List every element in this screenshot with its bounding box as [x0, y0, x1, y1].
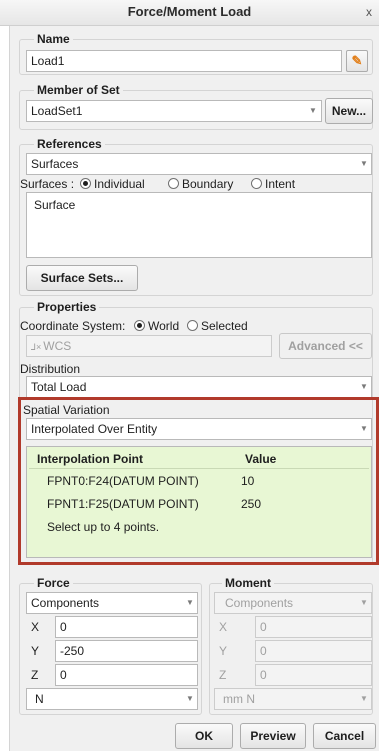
radio-intent[interactable]: Intent: [251, 177, 295, 191]
moment-z-input: 0: [255, 664, 372, 686]
wcs-value: WCS: [43, 339, 72, 353]
surface-sets-button[interactable]: Surface Sets...: [26, 265, 138, 291]
load-set-value: LoadSet1: [31, 104, 83, 118]
table-row-point[interactable]: FPNT0:F24(DATUM POINT): [47, 474, 199, 488]
advanced-button[interactable]: Advanced <<: [279, 333, 372, 359]
radio-selected-icon: [80, 178, 91, 189]
ok-button[interactable]: OK: [175, 723, 233, 749]
radio-unselected-icon: [168, 178, 179, 189]
moment-y-label: Y: [219, 644, 228, 658]
load-set-dropdown[interactable]: LoadSet1: [26, 100, 322, 122]
force-y-label: Y: [31, 644, 40, 658]
force-units-dropdown[interactable]: N: [26, 688, 198, 710]
chevron-down-icon[interactable]: ▼: [357, 419, 371, 439]
chevron-down-icon[interactable]: ▼: [183, 689, 197, 709]
surfaces-list-item[interactable]: Surface: [34, 198, 75, 212]
name-legend: Name: [34, 32, 73, 46]
chevron-down-icon[interactable]: ▼: [357, 377, 371, 397]
spatial-variation-dropdown[interactable]: Interpolated Over Entity: [26, 418, 372, 440]
distribution-value: Total Load: [31, 380, 87, 394]
table-row-point[interactable]: FPNT1:F25(DATUM POINT): [47, 497, 199, 511]
coordinate-axes-icon: ⅃×: [31, 342, 42, 352]
distribution-dropdown[interactable]: Total Load: [26, 376, 372, 398]
surfaces-list[interactable]: Surface: [26, 192, 372, 258]
preview-button[interactable]: Preview: [240, 723, 306, 749]
cancel-button[interactable]: Cancel: [313, 723, 376, 749]
interpolation-table[interactable]: Interpolation Point Value FPNT0:F24(DATU…: [26, 446, 372, 558]
moment-y-input: 0: [255, 640, 372, 662]
member-of-set-legend: Member of Set: [34, 83, 123, 97]
radio-individual-label: Individual: [94, 177, 145, 191]
radio-selected-icon: [134, 320, 145, 331]
reference-type-value: Surfaces: [31, 157, 79, 171]
close-icon[interactable]: x: [363, 0, 375, 24]
table-header-divider: [29, 468, 369, 469]
moment-x-label: X: [219, 620, 228, 634]
radio-boundary[interactable]: Boundary: [168, 177, 233, 191]
moment-units-value: mm N: [223, 692, 255, 706]
pencil-icon: ✎: [351, 53, 363, 68]
references-legend: References: [34, 137, 105, 151]
radio-world[interactable]: World: [134, 319, 179, 333]
table-hint: Select up to 4 points.: [47, 520, 160, 534]
radio-intent-label: Intent: [265, 177, 296, 191]
reference-type-dropdown[interactable]: Surfaces: [26, 153, 372, 175]
chevron-down-icon[interactable]: ▼: [357, 154, 371, 174]
window-titlebar: Force/Moment Load: [0, 0, 379, 26]
force-z-label: Z: [31, 668, 39, 682]
moment-units-dropdown: mm N: [214, 688, 372, 710]
distribution-label: Distribution: [20, 362, 81, 376]
force-y-input[interactable]: -250: [55, 640, 198, 662]
chevron-down-icon: ▼: [360, 694, 368, 703]
force-legend: Force: [34, 576, 73, 590]
force-z-input[interactable]: 0: [55, 664, 198, 686]
force-mode-dropdown[interactable]: Components: [26, 592, 198, 614]
chevron-down-icon[interactable]: ▼: [183, 593, 197, 613]
surfaces-label: Surfaces :: [20, 177, 75, 191]
table-row-value[interactable]: 10: [241, 474, 254, 488]
chevron-down-icon: ▼: [360, 598, 368, 607]
properties-legend: Properties: [34, 300, 100, 314]
window-title: Force/Moment Load: [127, 4, 252, 19]
moment-x-input: 0: [255, 616, 372, 638]
radio-world-label: World: [148, 319, 180, 333]
radio-selected-coord[interactable]: Selected: [187, 319, 248, 333]
moment-mode-value: Components: [225, 596, 294, 610]
radio-unselected-icon: [251, 178, 262, 189]
radio-boundary-label: Boundary: [182, 177, 234, 191]
chevron-down-icon[interactable]: ▼: [306, 101, 320, 121]
rename-button[interactable]: ✎: [346, 50, 368, 72]
force-x-label: X: [31, 620, 40, 634]
column-header-value: Value: [245, 452, 277, 466]
spatial-variation-value: Interpolated Over Entity: [31, 422, 158, 436]
coordinate-system-label: Coordinate System:: [20, 319, 126, 333]
name-field[interactable]: Load1: [26, 50, 342, 72]
radio-unselected-icon: [187, 320, 198, 331]
force-x-input[interactable]: 0: [55, 616, 198, 638]
radio-selected-coord-label: Selected: [201, 319, 248, 333]
spatial-variation-label: Spatial Variation: [23, 403, 110, 417]
new-load-set-button[interactable]: New...: [325, 98, 373, 124]
moment-z-label: Z: [219, 668, 227, 682]
moment-mode-dropdown: Components: [214, 592, 372, 614]
table-row-value[interactable]: 250: [241, 497, 261, 511]
moment-legend: Moment: [222, 576, 274, 590]
coordinate-system-field: ⅃× WCS: [26, 335, 272, 357]
force-units-value: N: [35, 692, 44, 706]
force-mode-value: Components: [31, 596, 100, 610]
column-header-interpolation-point: Interpolation Point: [37, 452, 143, 466]
radio-individual[interactable]: Individual: [80, 177, 145, 191]
